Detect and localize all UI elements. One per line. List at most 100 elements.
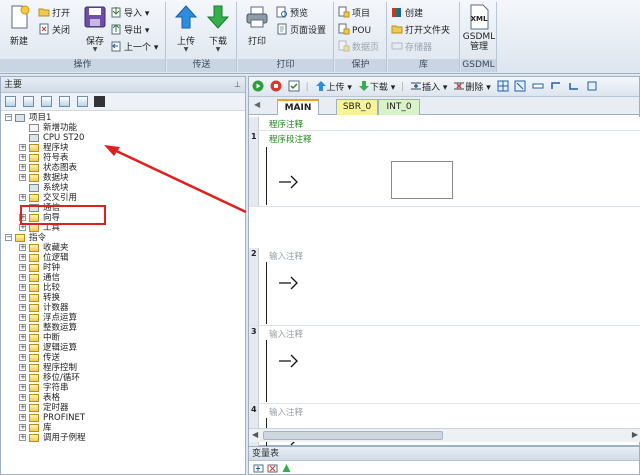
open-button[interactable]: 打开 [38, 6, 70, 20]
network-tool-button-1[interactable] [497, 80, 509, 94]
expand-node-icon[interactable]: + [19, 164, 26, 171]
scroll-right-icon[interactable]: ▶ [632, 430, 638, 439]
expand-node-icon[interactable]: + [19, 334, 26, 341]
expand-icon[interactable] [40, 96, 52, 107]
tree-item-project-6[interactable]: 系统块 [1, 183, 245, 193]
tree-root-instructions[interactable]: − 指令 [1, 233, 245, 243]
branch-down-button[interactable] [568, 80, 580, 94]
open-library-folder-button[interactable]: 打开文件夹 [391, 23, 450, 37]
tab-main[interactable]: MAIN [277, 99, 319, 115]
pou-protect-button[interactable]: POU [338, 23, 371, 37]
expand-node-icon[interactable]: + [19, 384, 26, 391]
expand-node-icon[interactable]: + [19, 404, 26, 411]
page-setup-button[interactable]: 页面设置 [276, 23, 326, 37]
network-1[interactable]: 1 程序段注释 [249, 131, 640, 207]
network-tool-button-2[interactable] [514, 80, 526, 94]
tab-int-0[interactable]: INT_0 [378, 99, 420, 115]
tree-item-project-0[interactable]: 新增功能 [1, 123, 245, 133]
network-comment[interactable]: 输入注释 [269, 250, 303, 262]
program-comment-row[interactable]: 程序注释 [249, 117, 640, 131]
branch-up-button[interactable] [550, 80, 562, 94]
tree-item-instruction-5[interactable]: + 转换 [1, 293, 245, 303]
tree-item-instruction-2[interactable]: + 时钟 [1, 263, 245, 273]
preview-button[interactable]: 预览 [276, 6, 308, 20]
save-dropdown-icon[interactable]: ▼ [78, 47, 112, 53]
compile-button[interactable] [288, 80, 300, 94]
print-button[interactable]: 打印 [240, 4, 274, 56]
tree-item-instruction-11[interactable]: + 传送 [1, 353, 245, 363]
create-library-button[interactable]: 创建 [391, 6, 423, 20]
expand-node-icon[interactable]: + [19, 414, 26, 421]
run-button[interactable] [252, 80, 264, 94]
expand-node-icon[interactable]: + [19, 264, 26, 271]
expand-node-icon[interactable]: + [19, 354, 26, 361]
variable-tool-icon[interactable] [281, 463, 292, 473]
box-tool-button[interactable] [586, 80, 598, 94]
tab-sbr-0[interactable]: SBR_0 [336, 99, 378, 115]
expand-node-icon[interactable]: + [19, 274, 26, 281]
tree-item-project-3[interactable]: + 符号表 [1, 153, 245, 163]
network-comment[interactable]: 输入注释 [269, 406, 303, 418]
tree-item-project-5[interactable]: + 数据块 [1, 173, 245, 183]
tree-item-instruction-12[interactable]: + 程序控制 [1, 363, 245, 373]
contact-placeholder-icon[interactable] [279, 276, 299, 290]
expand-node-icon[interactable]: + [19, 144, 26, 151]
tree-item-instruction-17[interactable]: + PROFINET [1, 413, 245, 423]
save-button[interactable]: 保存 ▼ [78, 4, 112, 56]
data-page-protect-button[interactable]: 数据页 [338, 40, 379, 54]
tree-item-project-1[interactable]: CPU ST20 [1, 133, 245, 143]
scrollbar-thumb[interactable] [263, 431, 443, 440]
tree-view-icon[interactable] [76, 96, 88, 107]
expand-node-icon[interactable]: + [19, 254, 26, 261]
collapse-node-icon[interactable]: − [5, 114, 12, 121]
instruction-placeholder-box[interactable] [391, 161, 453, 199]
scroll-left-icon[interactable]: ◀ [252, 430, 258, 439]
expand-node-icon[interactable]: + [19, 364, 26, 371]
network-3[interactable]: 3 输入注释 [249, 326, 640, 404]
network-2[interactable]: 2 输入注释 [249, 248, 640, 326]
tree-item-instruction-13[interactable]: + 移位/循环 [1, 373, 245, 383]
monitor-icon[interactable] [94, 96, 106, 107]
new-button[interactable]: 新建 [2, 4, 36, 56]
properties-icon[interactable] [22, 96, 34, 107]
tree-item-project-7[interactable]: + 交叉引用 [1, 193, 245, 203]
expand-node-icon[interactable]: + [19, 434, 26, 441]
project-protect-button[interactable]: 项目 [338, 6, 370, 20]
pin-icon[interactable]: ⊥ [234, 77, 241, 93]
expand-node-icon[interactable]: + [19, 374, 26, 381]
tree-item-instruction-15[interactable]: + 表格 [1, 393, 245, 403]
editor-download-button[interactable]: 下载 ▾ [358, 80, 395, 94]
tree-item-instruction-1[interactable]: + 位逻辑 [1, 253, 245, 263]
insert-button[interactable]: 插入 ▾ [410, 80, 447, 94]
collapse-node-icon[interactable]: − [5, 234, 12, 241]
expand-node-icon[interactable]: + [19, 194, 26, 201]
horizontal-scrollbar[interactable]: ◀ ▶ [249, 428, 640, 442]
tree-item-project-2[interactable]: + 程序块 [1, 143, 245, 153]
close-button[interactable]: 关闭 [38, 23, 70, 37]
expand-node-icon[interactable]: + [19, 324, 26, 331]
ladder-editor[interactable]: 程序注释 1 程序段注释 2 输入注释 3 输入注释 4 输入注释 [249, 117, 640, 468]
tree-item-instruction-18[interactable]: + 库 [1, 423, 245, 433]
tree-item-instruction-19[interactable]: + 调用子例程 [1, 433, 245, 443]
expand-node-icon[interactable]: + [19, 314, 26, 321]
export-button[interactable]: 导出 ▾ [110, 23, 149, 37]
tree-item-instruction-7[interactable]: + 浮点运算 [1, 313, 245, 323]
line-tool-button[interactable] [532, 80, 544, 94]
expand-node-icon[interactable]: + [19, 394, 26, 401]
tab-scroll-left-icon[interactable]: ◀ [254, 100, 260, 109]
tree-item-instruction-0[interactable]: + 收藏夹 [1, 243, 245, 253]
tree-item-instruction-8[interactable]: + 整数运算 [1, 323, 245, 333]
program-comment[interactable]: 程序注释 [269, 118, 303, 130]
expand-node-icon[interactable]: + [19, 154, 26, 161]
import-button[interactable]: 导入 ▾ [110, 6, 149, 20]
network-comment[interactable]: 输入注释 [269, 328, 303, 340]
tree-item-instruction-16[interactable]: + 定时器 [1, 403, 245, 413]
tree-item-instruction-14[interactable]: + 字符串 [1, 383, 245, 393]
network-comment[interactable]: 程序段注释 [269, 133, 312, 145]
gsdml-manage-button[interactable]: XML GSDML 管理 [462, 4, 496, 56]
tree-item-instruction-9[interactable]: + 中断 [1, 333, 245, 343]
delete-row-icon[interactable] [267, 463, 278, 473]
collapse-icon[interactable] [58, 96, 70, 107]
tree-item-instruction-3[interactable]: + 通信 [1, 273, 245, 283]
tree-item-project-4[interactable]: + 状态图表 [1, 163, 245, 173]
